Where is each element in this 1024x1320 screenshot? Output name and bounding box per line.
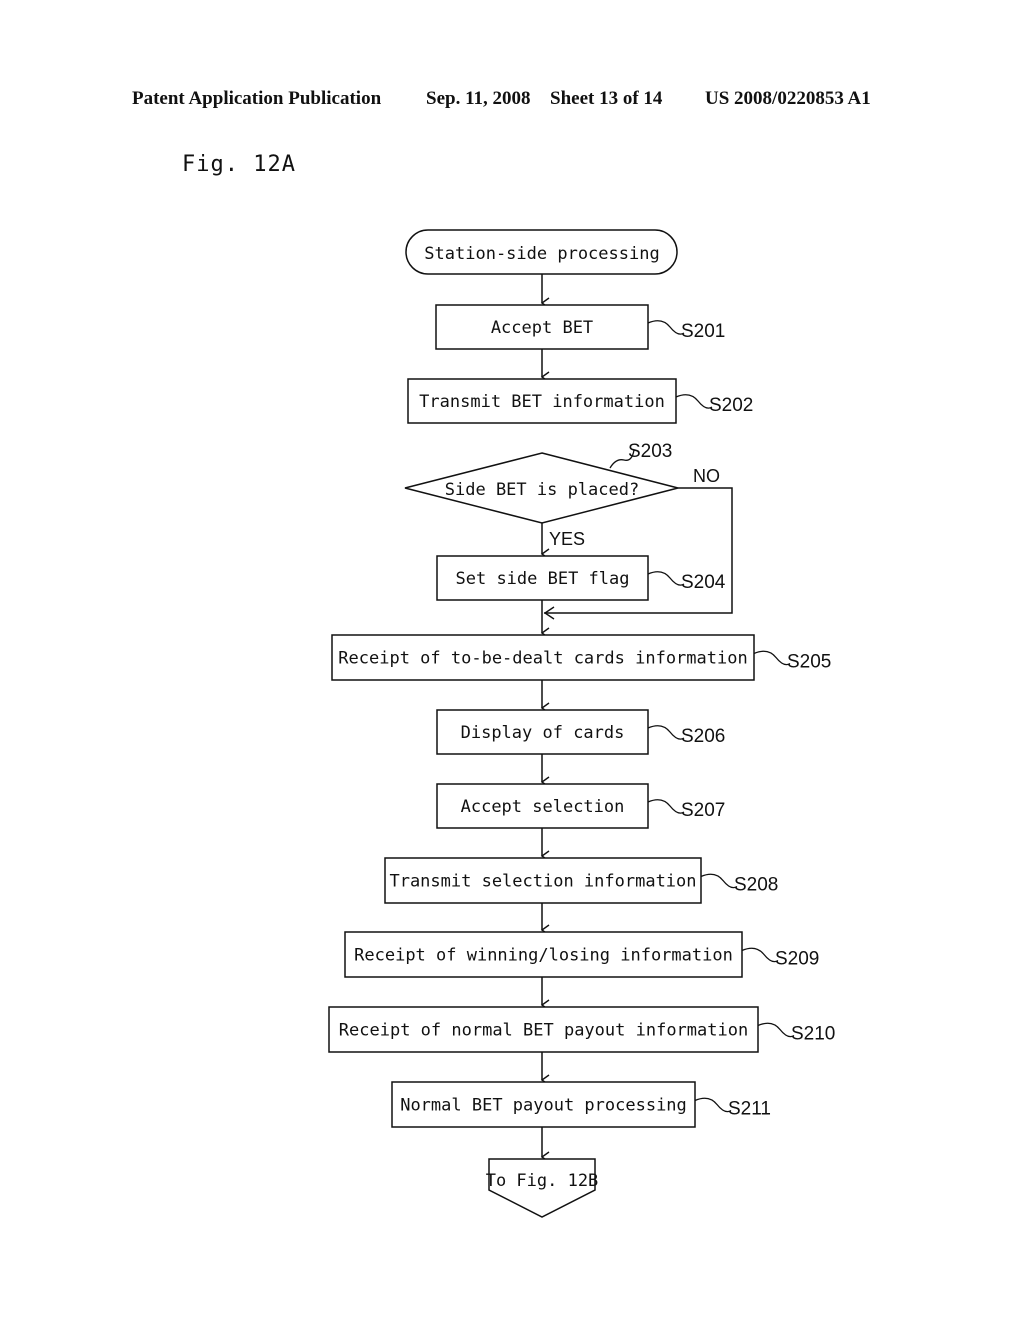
step-leader-line — [647, 799, 685, 814]
step-leader-line — [741, 947, 779, 963]
process-label-s210: Receipt of normal BET payout information — [339, 1021, 748, 1041]
process-label-s206: Display of cards — [461, 723, 625, 743]
connector-label: To Fig. 12B — [486, 1171, 599, 1191]
step-number-s206: S206 — [681, 726, 725, 747]
step-leader-line — [700, 873, 738, 889]
step-number-s207: S207 — [681, 800, 725, 821]
step-number-s210: S210 — [791, 1024, 835, 1045]
step-leader-line — [647, 725, 685, 740]
process-label-s204: Set side BET flag — [456, 569, 630, 589]
step-leader-line — [647, 571, 685, 586]
process-label-s202: Transmit BET information — [419, 392, 665, 412]
decision-label: Side BET is placed? — [445, 480, 639, 500]
step-number-s202: S202 — [709, 395, 753, 416]
process-label-s211: Normal BET payout processing — [400, 1096, 687, 1116]
step-number-s201: S201 — [681, 321, 725, 342]
step-number-s205: S205 — [787, 652, 831, 673]
step-number-s203: S203 — [628, 441, 672, 462]
yes-branch-label: YES — [549, 529, 585, 549]
step-leader-line — [694, 1097, 732, 1113]
process-label-s205: Receipt of to-be-dealt cards information — [338, 649, 747, 669]
step-leader-line — [757, 1022, 795, 1038]
process-label-s201: Accept BET — [491, 318, 593, 338]
step-number-s209: S209 — [775, 949, 819, 970]
process-label-s207: Accept selection — [461, 797, 625, 817]
process-label-s209: Receipt of winning/losing information — [354, 946, 733, 966]
process-label-s208: Transmit selection information — [389, 872, 696, 892]
no-branch-label: NO — [693, 466, 720, 486]
flowchart: Station-side processing Accept BET S201 Tra… — [328, 229, 835, 1218]
step-leader-line — [675, 394, 713, 409]
step-number-s204: S204 — [681, 572, 726, 593]
step-number-s211: S211 — [728, 1099, 771, 1120]
step-leader-line — [753, 650, 791, 666]
step-number-s208: S208 — [734, 875, 778, 896]
start-label: Station-side processing — [424, 244, 659, 264]
step-leader-line — [647, 320, 685, 335]
